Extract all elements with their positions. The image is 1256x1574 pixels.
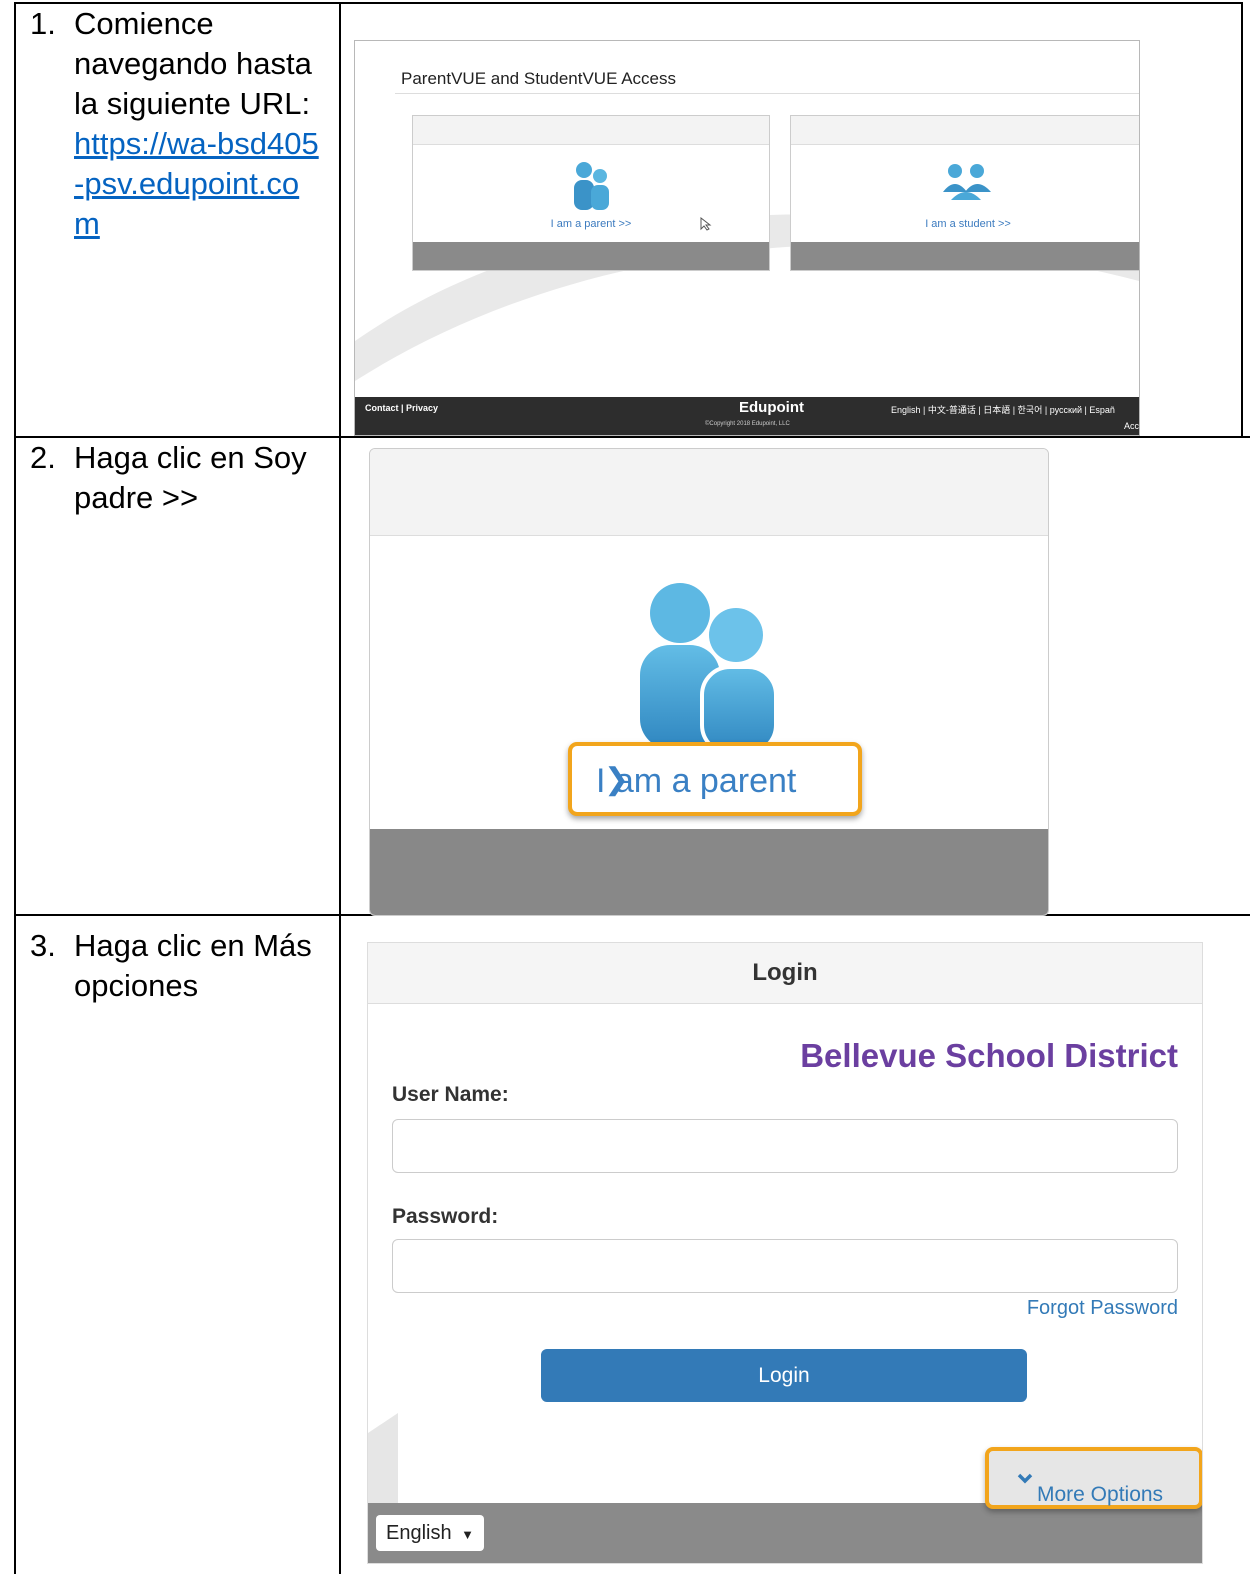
brand-logo: Edupoint <box>739 399 804 416</box>
table-divider-vertical <box>339 2 341 1574</box>
parent-icon <box>640 583 778 749</box>
parent-icon <box>574 162 609 210</box>
card-footer <box>370 829 1048 915</box>
password-input[interactable] <box>392 1239 1178 1293</box>
divider <box>395 93 1139 94</box>
table-border-left <box>14 2 16 1574</box>
chevron-right-icon: ❯ <box>604 763 630 796</box>
cursor-icon <box>700 217 712 231</box>
language-select[interactable]: English ▼ <box>376 1515 485 1551</box>
screenshot-login: Login Bellevue School District User Name… <box>367 942 1203 1564</box>
parent-card[interactable]: I am a parent >> <box>412 115 770 271</box>
footer: Contact | Privacy Edupoint ©Copyright 20… <box>355 397 1139 435</box>
step-number: 3. <box>30 928 56 963</box>
footer-cut-text: Acc <box>1123 421 1139 431</box>
screenshot-parent-card: I am a parent ❯ <box>369 448 1049 916</box>
page-title: ParentVUE and StudentVUE Access <box>401 69 676 88</box>
step-text: Haga clic en Soy padre >> <box>74 440 307 515</box>
login-button[interactable]: Login <box>541 1349 1027 1402</box>
language-value: English <box>386 1522 452 1544</box>
student-card[interactable]: I am a student >> <box>790 115 1139 271</box>
forgot-password-link[interactable]: Forgot Password <box>1027 1297 1178 1320</box>
more-options-label: More Options <box>1037 1483 1164 1506</box>
step-number: 1. <box>30 6 56 41</box>
login-footer: English ▼ <box>368 1503 1202 1563</box>
student-link[interactable]: I am a student >> <box>785 218 1139 230</box>
footer-links[interactable]: Contact | Privacy <box>365 403 438 413</box>
copyright: ©Copyright 2018 Edupoint, LLC <box>705 421 790 427</box>
parent-link[interactable]: I am a parent >> <box>413 218 769 230</box>
card-header <box>370 449 1048 536</box>
more-options-button[interactable]: More Options <box>985 1447 1202 1509</box>
chevron-down-icon <box>1017 1473 1033 1484</box>
password-label: Password: <box>392 1205 499 1228</box>
table-border-right <box>1241 2 1243 438</box>
url-link[interactable]: https://wa-bsd405-psv.edupoint.com <box>74 126 319 241</box>
caret-down-icon: ▼ <box>461 1527 475 1542</box>
username-label: User Name: <box>392 1083 509 1106</box>
language-links[interactable]: English | 中文-普通话 | 日本語 | 한국어 | русский |… <box>891 403 1115 416</box>
screenshot-access-page: ParentVUE and StudentVUE Access I am a p… <box>354 40 1140 436</box>
step-text: Haga clic en Más opciones <box>74 928 312 1003</box>
step-text: Comience navegando hasta la siguiente UR… <box>74 6 312 121</box>
district-name: Bellevue School District <box>800 1037 1178 1074</box>
student-icon <box>943 164 991 200</box>
parent-link-highlight[interactable]: I am a parent ❯ <box>568 742 862 816</box>
step-number: 2. <box>30 440 56 475</box>
username-input[interactable] <box>392 1119 1178 1173</box>
